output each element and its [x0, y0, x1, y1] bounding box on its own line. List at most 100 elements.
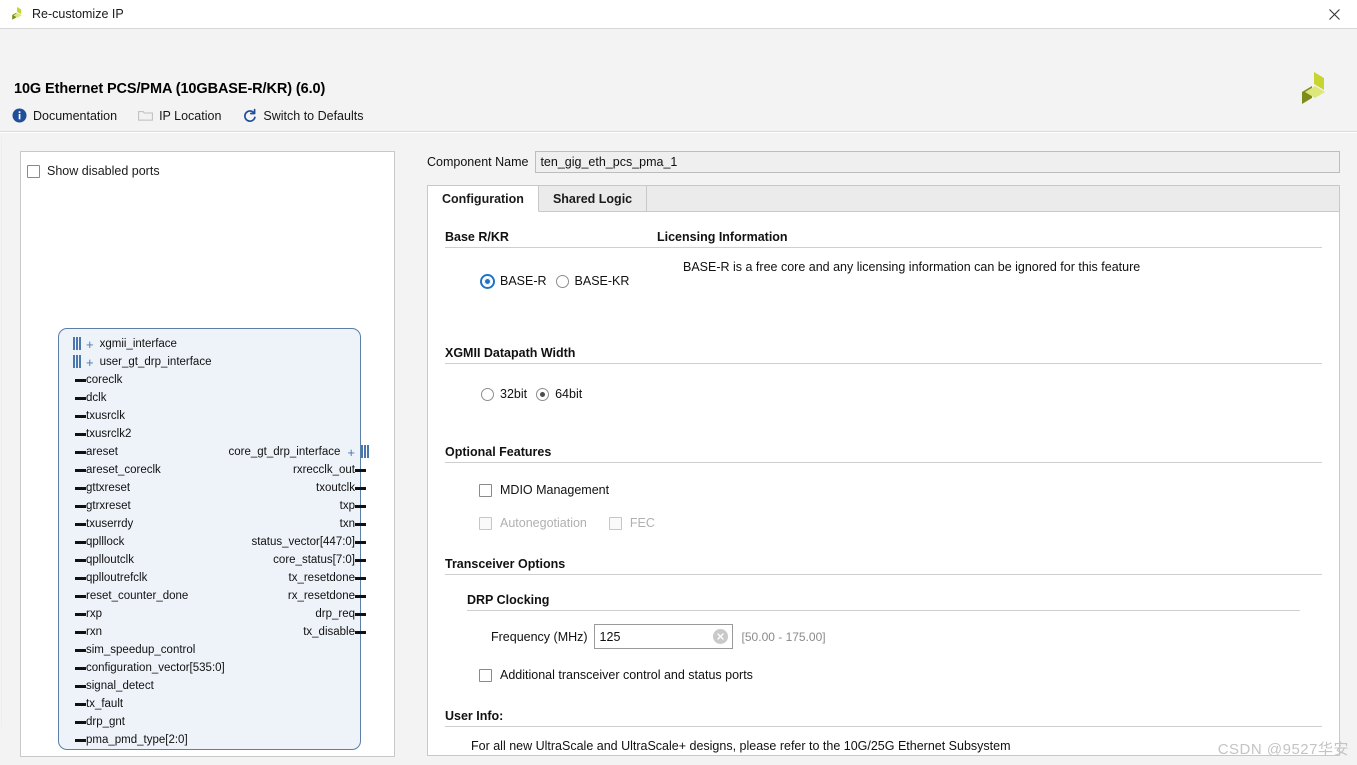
radio-base-r[interactable]: BASE-R: [481, 274, 547, 288]
port-left-txuserrdy[interactable]: txuserrdy: [75, 515, 134, 533]
radio-64bit-label: 64bit: [555, 387, 583, 401]
left-scrollbar[interactable]: [0, 133, 9, 765]
port-left-qplloutclk[interactable]: qplloutclk: [75, 551, 134, 569]
component-name-input[interactable]: [535, 151, 1340, 173]
port-pin-stub: [75, 469, 86, 472]
port-right-rx_resetdone[interactable]: rx_resetdone: [288, 587, 366, 605]
tab-shared-logic[interactable]: Shared Logic: [538, 186, 648, 211]
port-left-rxp[interactable]: rxp: [75, 605, 102, 623]
optional-features-section: Optional Features MDIO Management Autone…: [445, 445, 1322, 530]
frequency-input[interactable]: [593, 624, 733, 649]
refresh-icon: [242, 108, 257, 123]
bus-interface-icon: [73, 337, 82, 350]
radio-64bit-indicator[interactable]: [536, 387, 550, 401]
port-left-user_gt_drp_interface[interactable]: + user_gt_drp_interface: [73, 353, 211, 371]
port-left-pma_pmd_type[2:0][interactable]: pma_pmd_type[2:0]: [75, 731, 188, 749]
port-left-drp_gnt[interactable]: drp_gnt: [75, 713, 125, 731]
port-left-txusrclk[interactable]: txusrclk: [75, 407, 125, 425]
port-label: txuserrdy: [86, 518, 134, 530]
port-pin-stub: [355, 505, 366, 508]
port-left-signal_detect[interactable]: signal_detect: [75, 677, 154, 695]
port-label: txusrclk: [86, 410, 125, 422]
port-left-gttxreset[interactable]: gttxreset: [75, 479, 130, 497]
checkbox-box[interactable]: [479, 483, 492, 497]
checkbox-mdio-management[interactable]: MDIO Management: [445, 483, 1322, 497]
port-left-reset_counter_done[interactable]: reset_counter_done: [75, 587, 188, 605]
port-right-core_status[7:0][interactable]: core_status[7:0]: [273, 551, 366, 569]
port-left-qplloutrefclk[interactable]: qplloutrefclk: [75, 569, 147, 587]
close-icon[interactable]: [1312, 0, 1357, 28]
port-right-txoutclk[interactable]: txoutclk: [316, 479, 366, 497]
port-label: areset: [86, 446, 118, 458]
port-pin-stub: [75, 649, 86, 652]
port-pin-stub: [355, 595, 366, 598]
radio-64bit[interactable]: 64bit: [536, 387, 582, 401]
expand-plus-icon[interactable]: +: [86, 338, 94, 351]
port-right-status_vector[447:0][interactable]: status_vector[447:0]: [251, 533, 366, 551]
port-pin-stub: [75, 631, 86, 634]
radio-32bit[interactable]: 32bit: [481, 387, 527, 401]
radio-base-r-indicator[interactable]: [481, 274, 494, 288]
radio-32bit-indicator[interactable]: [481, 387, 494, 401]
port-right-txp[interactable]: txp: [339, 497, 366, 515]
port-pin-stub: [75, 433, 86, 436]
base-rkr-title: Base R/KR: [445, 230, 509, 244]
port-left-rxn[interactable]: rxn: [75, 623, 102, 641]
port-label: qplloutclk: [86, 554, 134, 566]
xilinx-logo-icon: [8, 5, 26, 23]
port-label: sim_speedup_control: [86, 644, 196, 656]
ip-location-label: IP Location: [159, 108, 222, 123]
expand-plus-icon[interactable]: +: [347, 446, 355, 459]
documentation-button[interactable]: Documentation: [10, 106, 127, 125]
drp-clocking-group: DRP Clocking: [445, 593, 1322, 611]
scrollbar-thumb[interactable]: [1, 137, 7, 727]
port-left-xgmii_interface[interactable]: + xgmii_interface: [73, 335, 177, 353]
radio-base-kr[interactable]: BASE-KR: [555, 274, 629, 288]
port-right-rxrecclk_out[interactable]: rxrecclk_out: [293, 461, 366, 479]
licensing-title: Licensing Information: [657, 230, 788, 244]
port-pin-stub: [355, 577, 366, 580]
port-pin-stub: [75, 559, 86, 562]
checkbox-box[interactable]: [479, 668, 492, 682]
port-left-tx_fault[interactable]: tx_fault: [75, 695, 124, 713]
configuration-tab-content: Base R/KR BASE-R BASE-KR Licensing Infor…: [428, 212, 1339, 755]
port-pin-stub: [355, 631, 366, 634]
port-label: txn: [339, 518, 355, 530]
port-left-coreclk[interactable]: coreclk: [75, 371, 122, 389]
port-left-areset[interactable]: areset: [75, 443, 118, 461]
show-disabled-ports-checkbox[interactable]: Show disabled ports: [27, 164, 160, 178]
ip-location-button[interactable]: IP Location: [136, 106, 231, 125]
port-right-tx_disable[interactable]: tx_disable: [303, 623, 366, 641]
port-left-qplllock[interactable]: qplllock: [75, 533, 124, 551]
checkbox-box: [608, 516, 622, 530]
port-right-core_gt_drp_interface[interactable]: core_gt_drp_interface +: [229, 443, 369, 461]
frequency-input-wrapper: [593, 624, 733, 649]
switch-to-defaults-button[interactable]: Switch to Defaults: [240, 106, 373, 125]
port-left-gtrxreset[interactable]: gtrxreset: [75, 497, 131, 515]
port-left-configuration_vector[535:0][interactable]: configuration_vector[535:0]: [75, 659, 225, 677]
clear-circle-icon[interactable]: [712, 629, 728, 644]
port-left-dclk[interactable]: dclk: [75, 389, 106, 407]
tab-configuration[interactable]: Configuration: [428, 186, 539, 212]
port-right-txn[interactable]: txn: [339, 515, 366, 533]
port-right-tx_resetdone[interactable]: tx_resetdone: [289, 569, 366, 587]
checkbox-additional-transceiver-ports[interactable]: Additional transceiver control and statu…: [445, 668, 1322, 682]
component-name-row: Component Name: [427, 151, 1340, 173]
port-left-areset_coreclk[interactable]: areset_coreclk: [75, 461, 161, 479]
port-left-sim_speedup_control[interactable]: sim_speedup_control: [75, 641, 196, 659]
drp-clocking-rule: [467, 610, 1300, 611]
expand-plus-icon[interactable]: +: [86, 356, 94, 369]
xgmii-radio-group: 32bit 64bit: [445, 387, 1322, 401]
checkbox-box[interactable]: [27, 164, 40, 178]
port-label: tx_fault: [86, 698, 124, 710]
port-label: txp: [339, 500, 355, 512]
radio-base-kr-indicator[interactable]: [555, 274, 569, 288]
port-pin-stub: [75, 415, 86, 418]
port-right-drp_req[interactable]: drp_req: [315, 605, 366, 623]
port-left-txusrclk2[interactable]: txusrclk2: [75, 425, 131, 443]
port-label: pma_pmd_type[2:0]: [86, 734, 188, 746]
fec-label: FEC: [629, 516, 655, 530]
folder-icon: [138, 108, 153, 123]
show-disabled-ports-label: Show disabled ports: [47, 164, 160, 178]
port-label: gtrxreset: [86, 500, 131, 512]
